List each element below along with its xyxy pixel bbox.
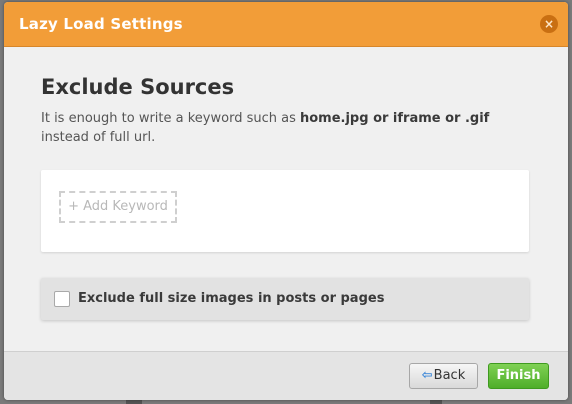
- section-heading: Exclude Sources: [41, 75, 235, 99]
- dialog-titlebar: Lazy Load Settings ×: [4, 2, 568, 47]
- exclude-full-size-option[interactable]: Exclude full size images in posts or pag…: [41, 278, 529, 320]
- dialog-title: Lazy Load Settings: [19, 15, 183, 33]
- back-button-label: Back: [433, 368, 466, 383]
- section-description: It is enough to write a keyword such as …: [41, 109, 531, 147]
- back-button[interactable]: ⇦Back: [409, 363, 478, 389]
- exclude-full-size-label[interactable]: Exclude full size images in posts or pag…: [78, 291, 384, 306]
- dialog-footer: ⇦Back Finish: [4, 351, 568, 400]
- keyword-panel: + Add Keyword: [41, 170, 529, 252]
- back-arrow-icon: ⇦: [421, 368, 433, 383]
- description-suffix: instead of full url.: [41, 130, 156, 145]
- description-prefix: It is enough to write a keyword such as: [41, 111, 300, 126]
- finish-button[interactable]: Finish: [488, 363, 549, 389]
- add-keyword-button[interactable]: + Add Keyword: [59, 191, 177, 223]
- exclude-full-size-checkbox[interactable]: [54, 291, 70, 307]
- close-icon[interactable]: ×: [540, 15, 558, 33]
- description-keywords: home.jpg or iframe or .gif: [299, 111, 490, 126]
- lazy-load-settings-dialog: Lazy Load Settings × Exclude Sources It …: [4, 2, 568, 400]
- dialog-body: Exclude Sources It is enough to write a …: [4, 47, 568, 351]
